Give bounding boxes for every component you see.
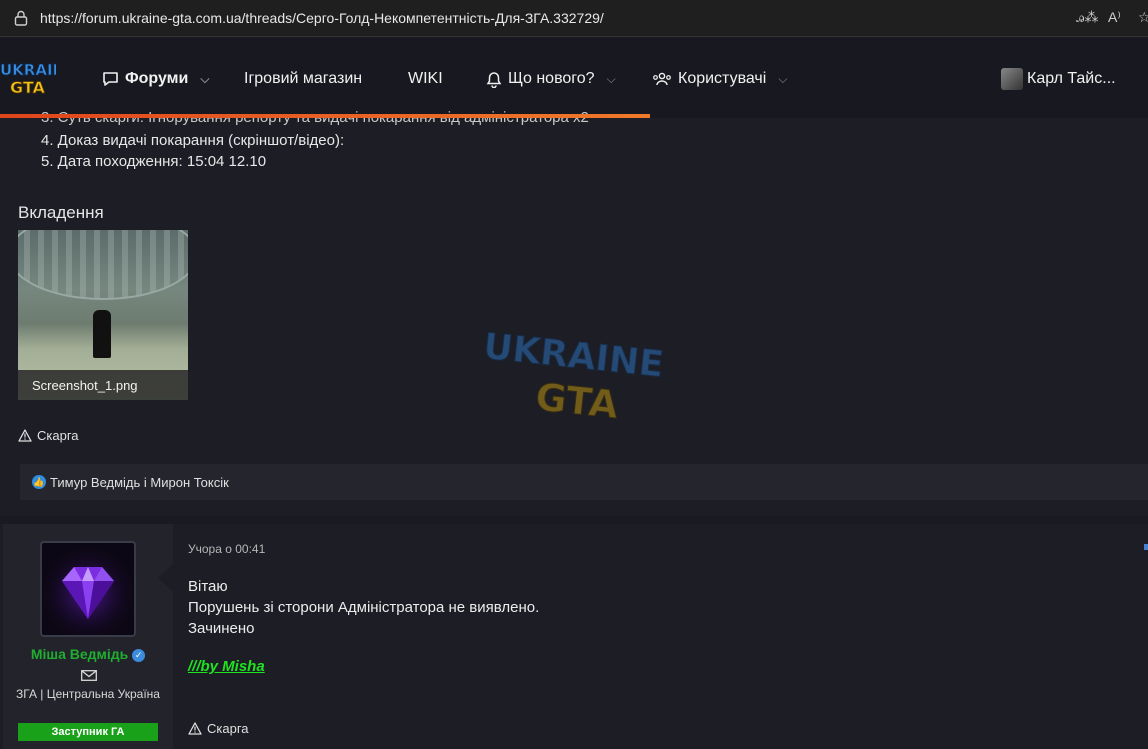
message-arrow [158, 564, 173, 592]
screenshot-image [18, 230, 188, 300]
user-menu-name[interactable]: Карл Тайс... [1027, 70, 1116, 88]
message-line: Вітаю [188, 578, 228, 595]
nav-whats-new[interactable]: Що нового? ⌵ [486, 70, 616, 88]
report-label: Скарга [207, 721, 249, 736]
report-link[interactable]: Скарга [18, 428, 79, 443]
svg-text:UKRAINE: UKRAINE [0, 61, 56, 79]
chevron-down-icon: ⌵ [778, 71, 788, 86]
attachment-thumbnail[interactable]: Screenshot_1.png [18, 230, 188, 400]
diamond-icon [42, 543, 134, 635]
translate-icon[interactable]: ꭿ⁂ [1076, 9, 1098, 26]
url-field[interactable]: https://forum.ukraine-gta.com.ua/threads… [40, 10, 604, 26]
bell-icon [486, 71, 502, 88]
report-link[interactable]: Скарга [188, 721, 249, 736]
list-item: 4. Доказ видачі покарання (скріншот/віде… [41, 132, 345, 149]
watermark-logo: UKRAINE GTA [481, 326, 666, 421]
watermark-line1: UKRAINE [481, 326, 665, 386]
author-title: ЗГА | Центральна Україна [16, 687, 160, 701]
nav-game-shop-label: Ігровий магазин [244, 70, 363, 87]
signature-link[interactable]: ///by Misha [188, 658, 265, 675]
users-icon [653, 72, 671, 85]
user-avatar[interactable] [1001, 68, 1023, 90]
nav-users-label: Користувачі [678, 70, 767, 87]
author-role-badge: Заступник ГА [18, 723, 158, 741]
attachment-filename: Screenshot_1.png [18, 370, 188, 400]
nav-forums-label: Форуми [125, 70, 189, 87]
lock-icon [14, 10, 28, 26]
browser-address-bar: https://forum.ukraine-gta.com.ua/threads… [0, 0, 1148, 37]
like-icon: 👍 [32, 475, 46, 489]
nav-wiki-label: WIKI [408, 70, 443, 87]
reactions-text[interactable]: Тимур Ведмідь і Мирон Токсік [50, 475, 229, 490]
post-author-column: Міша Ведмідь ✓ ЗГА | Центральна Україна … [3, 524, 173, 749]
author-name[interactable]: Міша Ведмідь ✓ [3, 646, 173, 662]
nav-wiki[interactable]: WIKI [408, 70, 443, 88]
attachments-heading: Вкладення [18, 203, 104, 222]
svg-text:GTA: GTA [10, 78, 46, 97]
author-name-text[interactable]: Міша Ведмідь [31, 646, 128, 662]
nav-forums[interactable]: Форуми ⌵ [102, 70, 209, 88]
message-line: Порушень зі сторони Адміністратора не ви… [188, 599, 540, 616]
report-label: Скарга [37, 428, 79, 443]
message-line: Зачинено [188, 620, 255, 637]
post-reply: Міша Ведмідь ✓ ЗГА | Центральна Україна … [0, 524, 1148, 749]
share-icon[interactable] [1144, 544, 1148, 550]
mail-icon[interactable] [81, 670, 97, 681]
warning-icon [188, 722, 202, 735]
list-item: 5. Дата походження: 15:04 12.10 [41, 153, 267, 170]
nav-users[interactable]: Користувачі ⌵ [652, 70, 787, 88]
nav-game-shop[interactable]: Ігровий магазин [244, 70, 362, 88]
reactions-bar[interactable]: 👍 Тимур Ведмідь і Мирон Токсік [20, 464, 1148, 500]
warning-icon [18, 429, 32, 442]
watermark-line2: GTA [533, 375, 621, 421]
post-timestamp[interactable]: Учора о 00:41 [188, 542, 265, 556]
page-progress-bar [0, 114, 650, 118]
author-avatar[interactable] [40, 541, 136, 637]
post-message: 3. Суть скарги: Ігнорування репорту та в… [0, 109, 1148, 516]
chat-icon [103, 72, 118, 86]
site-logo[interactable]: UKRAINE GTA [0, 58, 56, 98]
verified-icon: ✓ [132, 648, 146, 662]
screenshot-figure [93, 310, 111, 358]
nav-whats-new-label: Що нового? [508, 70, 595, 87]
chevron-down-icon: ⌵ [606, 71, 616, 86]
read-aloud-icon[interactable]: A⁾ [1108, 9, 1121, 26]
favorite-icon[interactable]: ☆ [1138, 9, 1148, 26]
chevron-down-icon: ⌵ [200, 71, 210, 86]
